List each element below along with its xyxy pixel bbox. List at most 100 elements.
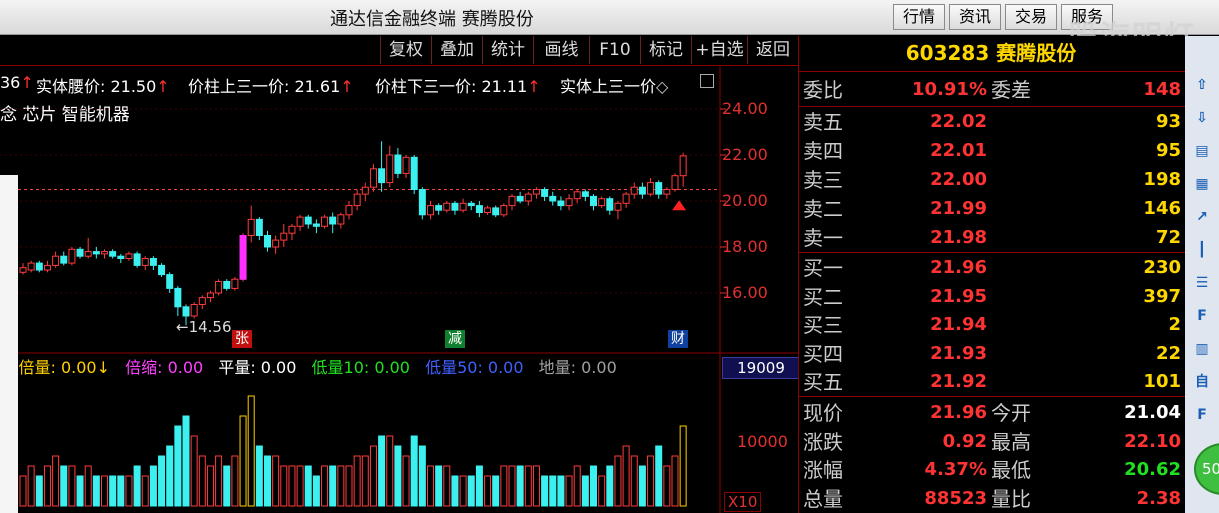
buy-level-row[interactable]: 买一 21.96 230 (799, 254, 1185, 282)
price-volume-chart[interactable] (0, 66, 798, 513)
candle-body (149, 258, 157, 266)
sell-label: 卖三 (803, 168, 843, 192)
tool-huaxian-button[interactable]: 画线 (533, 36, 589, 64)
event-badge-jian[interactable]: 减 (445, 330, 465, 348)
candle-body (394, 154, 402, 174)
buy-volume: 2 (1168, 314, 1181, 335)
candle-body (206, 292, 214, 299)
volume-bar (174, 425, 182, 507)
volume-bar (231, 455, 239, 507)
menu-jiaoyi-button[interactable]: 交易 (1005, 4, 1057, 30)
candle-body (524, 193, 532, 202)
volume-bar (345, 465, 353, 507)
volume-bar (508, 465, 516, 507)
tool-zixuan-button[interactable]: +自选 (691, 36, 747, 64)
volume-axis-x10: X10 (724, 492, 762, 512)
down-arrow-icon[interactable]: ⇩ (1190, 107, 1214, 129)
sell-label: 卖一 (803, 226, 843, 250)
candle-body (467, 202, 475, 207)
volume-bar (369, 445, 377, 507)
title-bar: 通达信金融终端 赛腾股份 行情 资讯 交易 服务 股海明灯 (0, 0, 1219, 55)
volume-bar (622, 445, 630, 507)
volume-bar (149, 465, 157, 507)
list-icon[interactable]: ☰ (1190, 272, 1214, 294)
buy-level-row[interactable]: 买四 21.93 22 (799, 340, 1185, 368)
volume-bar (19, 475, 27, 507)
buy-level-row[interactable]: 买三 21.94 2 (799, 311, 1185, 339)
price-axis-label-16: 16.00 (722, 283, 768, 302)
candle-body (117, 255, 125, 259)
candle-body (280, 232, 288, 241)
sell-volume: 198 (1143, 169, 1181, 190)
volume-bar (43, 465, 51, 507)
buy-price: 21.93 (930, 342, 987, 364)
candle-body (215, 281, 223, 294)
menu-hangqing-button[interactable]: 行情 (893, 4, 945, 30)
volume-bar (459, 475, 467, 507)
tool-f10-button[interactable]: F10 (589, 36, 640, 64)
volume-bar (117, 475, 125, 507)
f12-icon[interactable]: F (1190, 404, 1214, 426)
price-axis-label-22: 22.00 (722, 145, 768, 164)
candle-body (427, 205, 434, 216)
report-icon[interactable]: ▤ (1190, 140, 1214, 162)
buy-label: 买五 (803, 370, 843, 394)
tool-fanhui-button[interactable]: 返回 (747, 36, 798, 64)
candle-body (435, 205, 443, 211)
tool-diejia-button[interactable]: 叠加 (431, 36, 482, 64)
volume-bar (410, 435, 418, 507)
tool-tongji-button[interactable]: 统计 (482, 36, 533, 64)
sell-level-row[interactable]: 卖四 22.01 95 (799, 137, 1185, 165)
volume-bar (190, 435, 198, 507)
self-icon[interactable]: 自 (1190, 371, 1214, 393)
buy-volume: 230 (1143, 257, 1181, 278)
volume-bar (516, 465, 524, 507)
sell-level-row[interactable]: 卖一 21.98 72 (799, 224, 1185, 252)
candle-body (101, 251, 108, 255)
volume-bar (361, 455, 369, 507)
tool-fuquan-button[interactable]: 复权 (380, 36, 431, 64)
grid-icon[interactable]: ▦ (1190, 173, 1214, 195)
sell-volume: 93 (1155, 111, 1181, 132)
candle-icon[interactable]: ┃ (1190, 239, 1214, 261)
tree-icon[interactable]: ▥ (1190, 338, 1214, 360)
volume-bar (557, 475, 565, 507)
candle-body (451, 202, 459, 211)
candle-body (133, 253, 141, 266)
buy-level-row[interactable]: 买五 21.92 101 (799, 368, 1185, 396)
volume-bar (492, 475, 500, 507)
chart-toolbar: 复权 叠加 统计 画线 F10 标记 +自选 返回 (0, 36, 798, 66)
sell-level-row[interactable]: 卖五 22.02 93 (799, 108, 1185, 136)
vol-diliang: 地量: 0.00 (538, 358, 617, 377)
tool-biaoji-button[interactable]: 标记 (640, 36, 691, 64)
candle-body (288, 225, 296, 234)
up-arrow-icon[interactable]: ⇧ (1190, 74, 1214, 96)
event-badge-cai[interactable]: 财 (668, 330, 688, 348)
candle-body (378, 168, 386, 184)
buy-price: 21.92 (930, 371, 987, 392)
menu-zixun-button[interactable]: 资讯 (949, 4, 1001, 30)
candle-body (459, 202, 467, 211)
candle-body (402, 156, 410, 174)
candle-body (158, 264, 166, 276)
event-badge-zhang[interactable]: 张 (232, 330, 252, 348)
candle-body (223, 281, 231, 289)
buy-level-row[interactable]: 买二 21.95 397 (799, 283, 1185, 311)
quote-panel: 603283 赛腾股份 委比 10.91% 委差 148 卖五 22.02 93 卖四… (798, 36, 1185, 513)
price-axis-label-24: 24.00 (722, 99, 768, 118)
candle-body (125, 253, 133, 259)
volume-bar (655, 445, 663, 507)
candle-body (329, 216, 337, 225)
volume-bar (581, 475, 589, 507)
stat-row: 涨跌 0.92 最高 22.10 (803, 429, 1181, 454)
volume-bar (166, 445, 174, 507)
f10-icon[interactable]: F (1190, 305, 1214, 327)
candle-body (492, 207, 500, 216)
stat-row: 涨幅 4.37% 最低 20.62 (803, 458, 1181, 482)
buy-label: 买四 (803, 341, 843, 366)
candle-body (614, 202, 622, 211)
sell-level-row[interactable]: 卖三 22.00 198 (799, 166, 1185, 194)
trend-icon[interactable]: ↗ (1190, 206, 1214, 228)
sell-level-row[interactable]: 卖二 21.99 146 (799, 195, 1185, 223)
stat-row: 总量 88523 量比 2.38 (803, 486, 1181, 511)
